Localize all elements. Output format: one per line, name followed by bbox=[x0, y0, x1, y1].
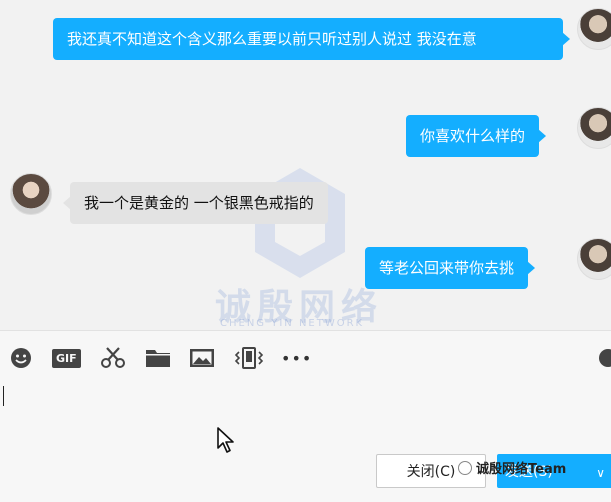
mouse-pointer-icon bbox=[217, 427, 234, 453]
avatar[interactable] bbox=[10, 173, 52, 215]
message-text: 等老公回来带你去挑 bbox=[379, 259, 515, 277]
chat-toolbar: GIF ••• bbox=[0, 330, 611, 378]
close-button-label: 关闭(C) bbox=[406, 464, 456, 480]
message-bubble-sent[interactable]: 等老公回来带你去挑 bbox=[365, 247, 536, 289]
avatar[interactable] bbox=[577, 107, 611, 149]
message-text: 我一个是黄金的 一个银黑色戒指的 bbox=[84, 194, 314, 212]
wechat-watermark-badge: 诚殷网络Team bbox=[458, 458, 566, 477]
screen-shake-icon[interactable] bbox=[233, 347, 265, 369]
message-list[interactable]: 诚殷网络 CHENG YIN NETWORK 我还真不知道这个含义那么重要以前只… bbox=[0, 0, 611, 330]
message-bubble-received[interactable]: 我一个是黄金的 一个银黑色戒指的 bbox=[63, 182, 328, 224]
badge-text: 诚殷网络Team bbox=[476, 462, 567, 477]
text-caret bbox=[3, 386, 4, 406]
message-text: 我还真不知道这个含义那么重要以前只听过别人说过 我没在意 bbox=[67, 30, 477, 48]
avatar[interactable] bbox=[577, 8, 611, 50]
image-icon[interactable] bbox=[189, 347, 215, 369]
message-bubble-sent[interactable]: 你喜欢什么样的 bbox=[406, 115, 547, 157]
message-bubble-sent[interactable]: 我还真不知道这个含义那么重要以前只听过别人说过 我没在意 bbox=[53, 18, 570, 60]
watermark-subtitle: CHENG YIN NETWORK bbox=[220, 318, 365, 329]
more-icon[interactable]: ••• bbox=[281, 347, 312, 369]
folder-icon[interactable] bbox=[145, 347, 171, 369]
scissors-icon[interactable] bbox=[100, 347, 126, 369]
avatar[interactable] bbox=[577, 238, 611, 280]
chat-window: 诚殷网络 CHENG YIN NETWORK 我还真不知道这个含义那么重要以前只… bbox=[0, 0, 611, 502]
chevron-down-icon[interactable]: ∨ bbox=[596, 466, 605, 480]
gif-icon[interactable]: GIF bbox=[52, 347, 81, 369]
message-input[interactable]: 关闭(C) 发送(S) ∨ 诚殷网络Team bbox=[0, 378, 611, 502]
gif-label: GIF bbox=[52, 348, 81, 368]
emoji-icon[interactable] bbox=[10, 347, 32, 369]
message-text: 你喜欢什么样的 bbox=[420, 127, 526, 145]
history-icon[interactable] bbox=[598, 347, 611, 369]
wechat-icon bbox=[458, 461, 472, 475]
